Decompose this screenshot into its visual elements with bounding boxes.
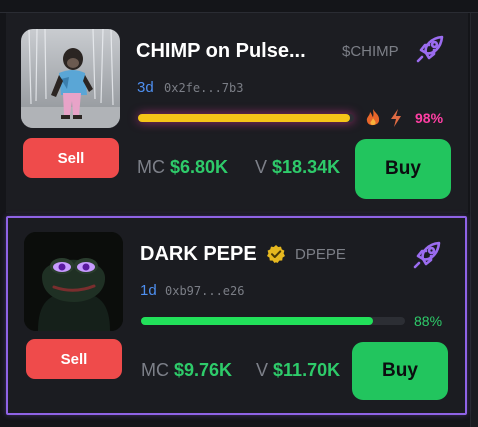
progress-percent: 98%: [415, 110, 444, 126]
volume-label: V: [255, 157, 268, 177]
contract-address[interactable]: 0xb97...e26: [165, 284, 244, 298]
bonding-progress-bar: [138, 114, 354, 122]
token-age: 3d: [137, 79, 154, 96]
rocket-icon[interactable]: [410, 238, 444, 272]
buy-button[interactable]: Buy: [355, 139, 451, 199]
token-name[interactable]: DARK PEPE: [140, 243, 257, 266]
market-cap-label: MC: [137, 157, 165, 177]
market-cap-label: MC: [141, 360, 169, 380]
volume: V $11.70K: [256, 360, 340, 381]
token-ticker: DPEPE: [295, 246, 346, 263]
fire-icon: [366, 109, 380, 126]
market-cap: MC $9.76K: [141, 360, 232, 381]
token-image-dark-pepe[interactable]: [24, 232, 123, 331]
lightning-icon: [391, 109, 401, 127]
bonding-progress-bar: [141, 317, 405, 325]
scrollbar[interactable]: [470, 13, 478, 427]
market-cap-value: $9.76K: [174, 360, 233, 380]
buy-button[interactable]: Buy: [352, 342, 448, 400]
volume: V $18.34K: [255, 157, 340, 178]
verified-badge-icon: [267, 245, 285, 263]
token-ticker: $CHIMP: [342, 43, 399, 60]
token-name[interactable]: CHIMP on Pulse...: [136, 40, 306, 63]
rocket-icon[interactable]: [413, 32, 447, 66]
progress-fill: [141, 317, 374, 325]
progress-percent: 88%: [414, 313, 443, 329]
progress-fill: [138, 114, 350, 122]
contract-address[interactable]: 0x2fe...7b3: [164, 81, 243, 95]
sell-button[interactable]: Sell: [23, 138, 119, 178]
volume-value: $18.34K: [272, 157, 341, 177]
market-cap-value: $6.80K: [170, 157, 229, 177]
sell-button[interactable]: Sell: [26, 339, 122, 379]
token-image-chimp[interactable]: [21, 29, 120, 128]
market-cap: MC $6.80K: [137, 157, 228, 178]
volume-value: $11.70K: [273, 360, 341, 380]
token-feed: CHIMP on Pulse... $CHIMP 3d 0x2fe...7b3 …: [0, 0, 478, 427]
volume-label: V: [256, 360, 269, 380]
token-age: 1d: [140, 282, 157, 299]
